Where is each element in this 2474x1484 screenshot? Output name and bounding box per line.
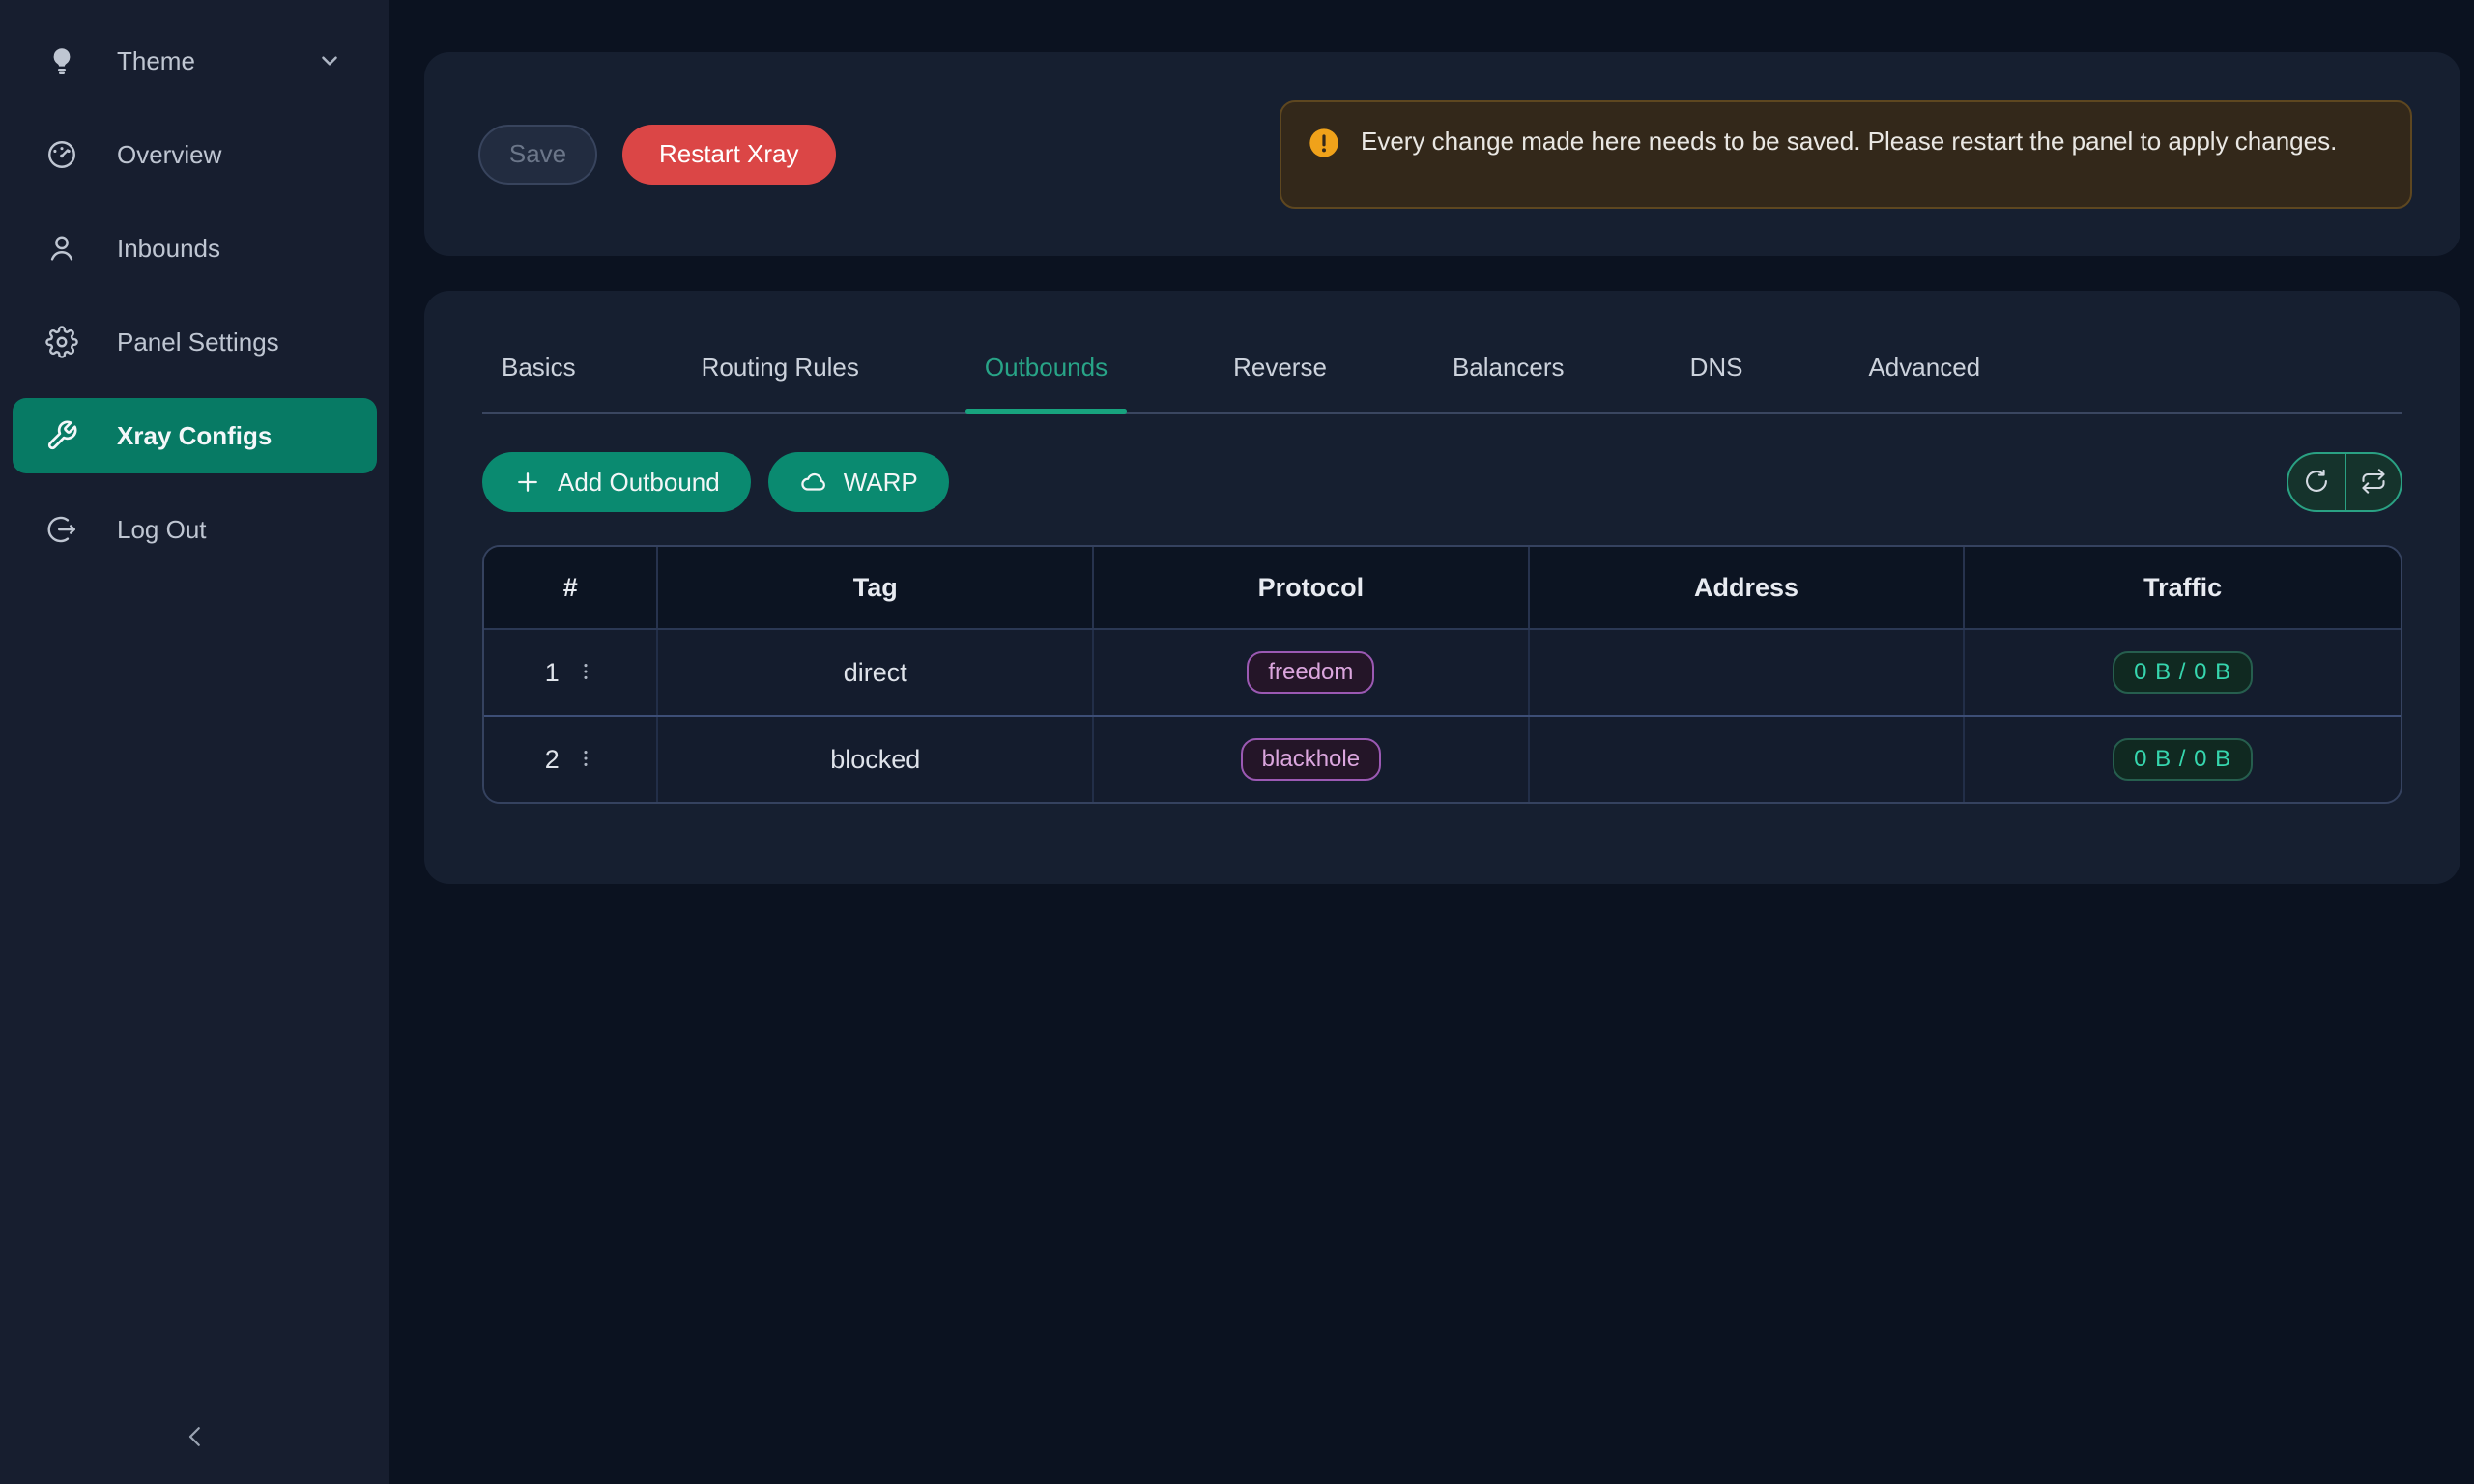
row-menu-button[interactable]	[575, 659, 596, 687]
active-tab-underline	[965, 409, 1127, 414]
table-row: 1 direct freedom	[484, 628, 2401, 715]
refresh-button[interactable]	[2288, 454, 2345, 510]
toolbar-card: Save Restart Xray Every change made here…	[424, 52, 2460, 256]
sidebar-item-panel-settings[interactable]: Panel Settings	[13, 304, 377, 380]
address-cell	[1530, 717, 1966, 802]
protocol-badge: blackhole	[1241, 738, 1381, 781]
sidebar-item-label: Xray Configs	[117, 421, 272, 451]
dashboard-icon	[45, 138, 78, 171]
bulb-icon	[45, 44, 78, 77]
sidebar: Theme Overview	[0, 0, 389, 1484]
tag-cell: blocked	[658, 717, 1094, 802]
outbounds-actions-row: Add Outbound WARP	[482, 452, 2402, 512]
sidebar-item-label: Panel Settings	[117, 328, 279, 357]
address-cell	[1530, 630, 1966, 715]
outbounds-table: # Tag Protocol Address Traffic 1	[482, 545, 2402, 804]
column-header-protocol: Protocol	[1094, 547, 1530, 628]
unsaved-changes-alert: Every change made here needs to be saved…	[1280, 100, 2412, 209]
auto-refresh-toggle-button[interactable]	[2345, 454, 2401, 510]
tag-cell: direct	[658, 630, 1094, 715]
tab-routing-rules[interactable]: Routing Rules	[682, 353, 878, 412]
logout-icon	[45, 513, 78, 546]
cloud-icon	[799, 468, 828, 497]
save-button[interactable]: Save	[478, 125, 597, 185]
refresh-icon	[2303, 468, 2330, 498]
column-header-traffic: Traffic	[1965, 547, 2401, 628]
table-row: 2 blocked blackhole	[484, 715, 2401, 802]
add-outbound-button[interactable]: Add Outbound	[482, 452, 751, 512]
traffic-badge: 0 B / 0 B	[2113, 651, 2253, 694]
sidebar-item-label: Overview	[117, 140, 221, 170]
kebab-icon	[575, 659, 596, 687]
sidebar-item-label: Theme	[117, 46, 195, 76]
traffic-badge: 0 B / 0 B	[2113, 738, 2253, 781]
warp-button[interactable]: WARP	[768, 452, 949, 512]
sidebar-collapse-button[interactable]	[172, 1414, 218, 1461]
chevron-down-icon	[317, 48, 342, 73]
tab-reverse[interactable]: Reverse	[1214, 353, 1346, 412]
sidebar-item-inbounds[interactable]: Inbounds	[13, 211, 377, 286]
row-index-cell: 2	[545, 745, 596, 775]
plus-icon	[513, 468, 542, 497]
tab-outbounds[interactable]: Outbounds	[965, 353, 1127, 412]
chevron-left-icon	[181, 1422, 210, 1454]
table-header-row: # Tag Protocol Address Traffic	[484, 547, 2401, 628]
xray-config-card: Basics Routing Rules Outbounds Reverse B…	[424, 291, 2460, 884]
column-header-address: Address	[1530, 547, 1966, 628]
protocol-badge: freedom	[1247, 651, 1374, 694]
row-index-cell: 1	[545, 658, 596, 688]
sidebar-item-log-out[interactable]: Log Out	[13, 492, 377, 567]
config-tabs: Basics Routing Rules Outbounds Reverse B…	[482, 291, 2402, 414]
restart-xray-button[interactable]: Restart Xray	[622, 125, 836, 185]
wrench-icon	[45, 419, 78, 452]
sidebar-item-overview[interactable]: Overview	[13, 117, 377, 192]
sidebar-item-label: Log Out	[117, 515, 207, 545]
column-header-index: #	[484, 547, 658, 628]
tab-basics[interactable]: Basics	[482, 353, 595, 412]
alert-text: Every change made here needs to be saved…	[1361, 122, 2337, 162]
tab-dns[interactable]: DNS	[1671, 353, 1763, 412]
tab-advanced[interactable]: Advanced	[1849, 353, 1999, 412]
sidebar-item-label: Inbounds	[117, 234, 220, 264]
kebab-icon	[575, 746, 596, 774]
sidebar-nav: Theme Overview	[0, 23, 389, 567]
toolbar-buttons: Save Restart Xray	[478, 125, 836, 185]
sidebar-item-xray-configs[interactable]: Xray Configs	[13, 398, 377, 473]
app-root: Theme Overview	[0, 0, 2474, 1484]
gear-icon	[45, 326, 78, 358]
main-content: Save Restart Xray Every change made here…	[389, 0, 2474, 1484]
warning-icon	[1309, 128, 1339, 158]
table-refresh-group	[2287, 452, 2402, 512]
row-menu-button[interactable]	[575, 746, 596, 774]
sidebar-item-theme[interactable]: Theme	[13, 23, 377, 99]
repeat-icon	[2360, 468, 2387, 498]
user-icon	[45, 232, 78, 265]
column-header-tag: Tag	[658, 547, 1094, 628]
tab-balancers[interactable]: Balancers	[1433, 353, 1584, 412]
